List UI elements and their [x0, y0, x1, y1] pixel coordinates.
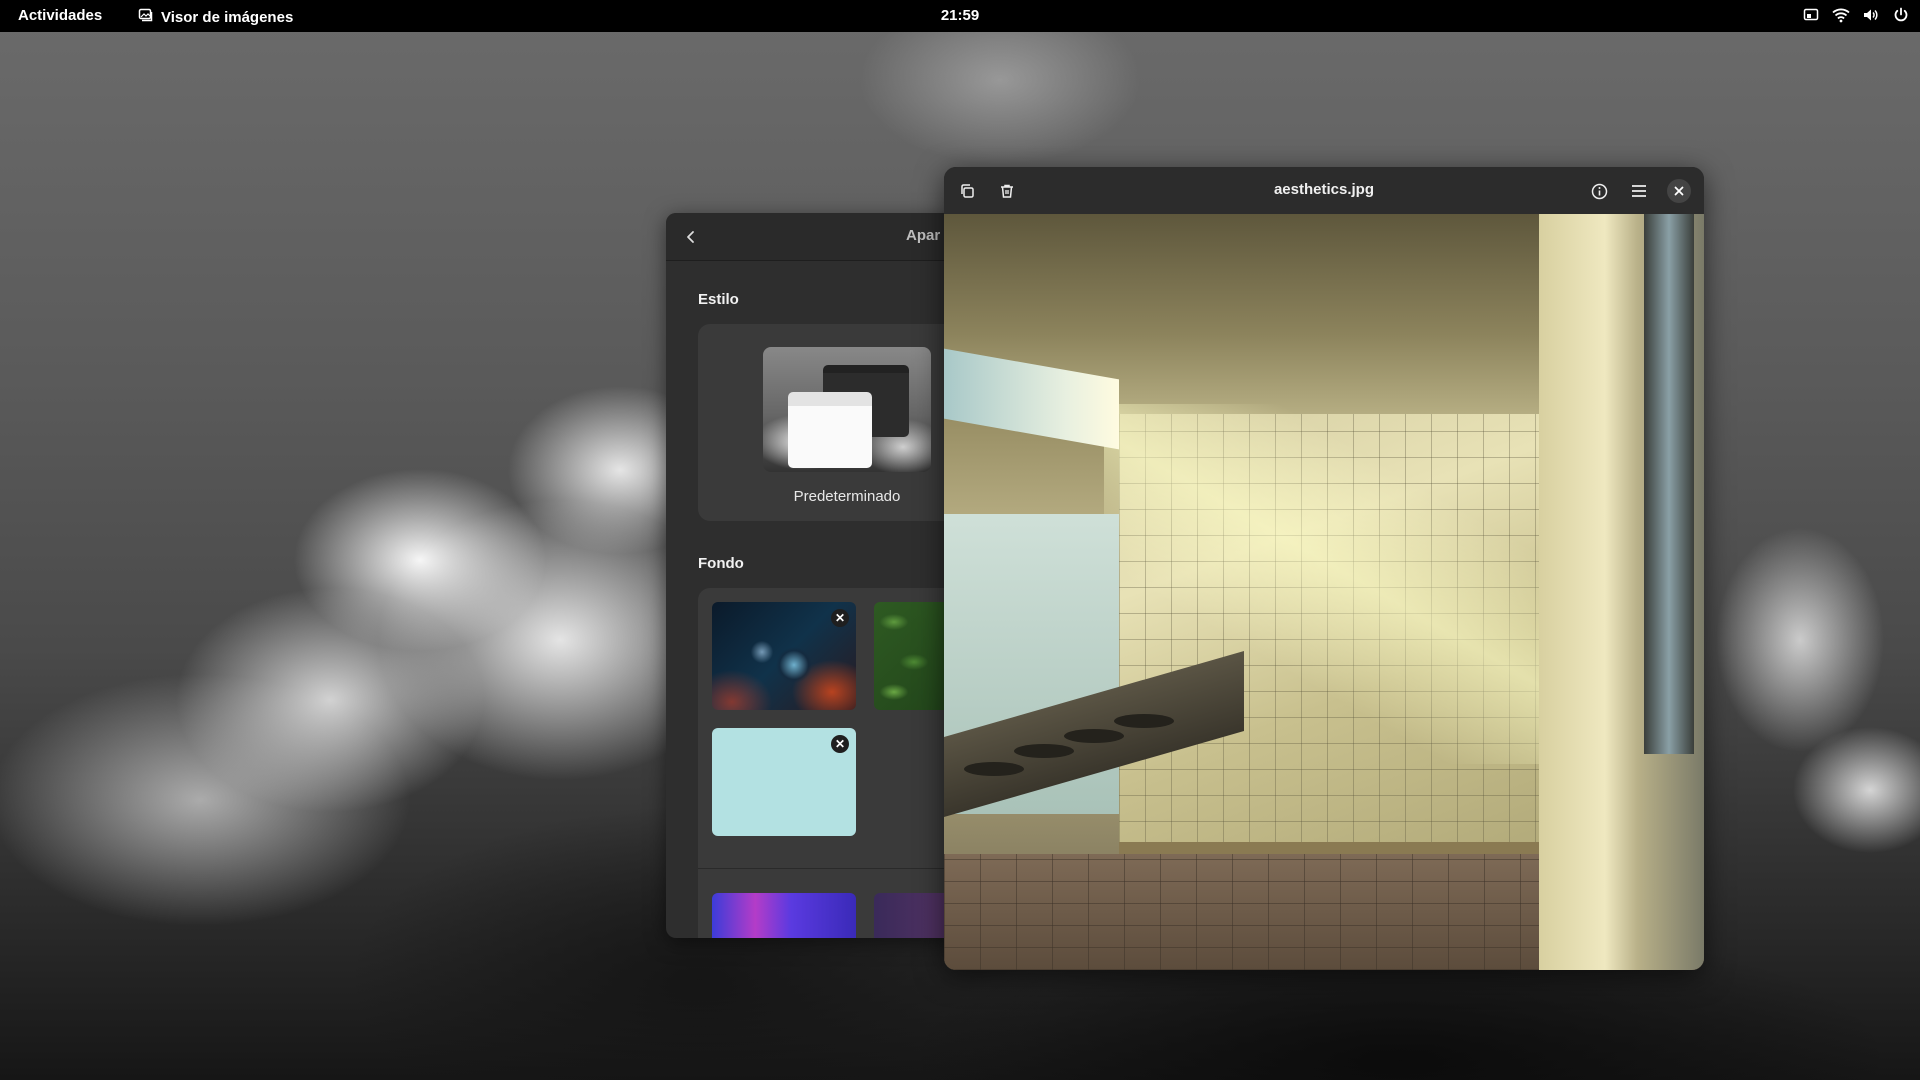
- style-section-title: Estilo: [698, 291, 739, 308]
- wifi-icon[interactable]: [1832, 6, 1850, 24]
- divider: [698, 868, 956, 869]
- image-viewer-window: aesthetics.jpg: [944, 167, 1704, 970]
- light-window-preview: [788, 392, 872, 468]
- image-viewer-icon: [138, 7, 154, 27]
- wallpaper-cyan[interactable]: ✕: [712, 728, 856, 836]
- clock[interactable]: 21:59: [941, 7, 979, 24]
- screen-share-icon[interactable]: [1802, 6, 1820, 24]
- settings-title: Apar: [906, 227, 941, 244]
- wallpaper-bubbles[interactable]: ✕: [712, 602, 856, 710]
- back-button[interactable]: [678, 224, 704, 250]
- displayed-image[interactable]: [944, 214, 1704, 970]
- menu-icon: [1632, 185, 1646, 197]
- viewer-header: aesthetics.jpg: [944, 167, 1704, 214]
- close-button[interactable]: [1667, 179, 1691, 203]
- power-icon[interactable]: [1892, 6, 1910, 24]
- info-icon: [1591, 183, 1607, 199]
- settings-header: Apar: [666, 213, 956, 261]
- copy-button[interactable]: [954, 178, 980, 204]
- close-icon: [1674, 186, 1684, 196]
- background-card: ✕ ✕: [698, 588, 956, 938]
- activities-button[interactable]: Actividades: [18, 7, 102, 24]
- remove-wallpaper-button[interactable]: ✕: [831, 609, 849, 627]
- app-menu[interactable]: Visor de imágenes: [138, 7, 293, 27]
- style-option-default[interactable]: [763, 347, 931, 472]
- app-menu-label: Visor de imágenes: [161, 8, 294, 26]
- style-option-label: Predeterminado: [793, 488, 901, 505]
- delete-button[interactable]: [994, 178, 1020, 204]
- properties-button[interactable]: [1586, 178, 1612, 204]
- background-section-title: Fondo: [698, 555, 744, 572]
- settings-window: Apar Estilo Predeterminado Fondo ✕ ✕: [666, 213, 956, 938]
- style-card: Predeterminado: [698, 324, 956, 521]
- volume-icon[interactable]: [1862, 6, 1880, 24]
- copy-icon: [961, 184, 974, 198]
- system-tray[interactable]: [1802, 6, 1910, 24]
- remove-wallpaper-button[interactable]: ✕: [831, 735, 849, 753]
- top-bar: Actividades Visor de imágenes 21:59: [0, 0, 1920, 32]
- trash-icon: [1001, 184, 1013, 198]
- wallpaper-purple-gradient[interactable]: [712, 893, 856, 938]
- window-title: aesthetics.jpg: [1273, 181, 1375, 198]
- chevron-left-icon: [687, 231, 694, 243]
- main-menu-button[interactable]: [1626, 178, 1652, 204]
